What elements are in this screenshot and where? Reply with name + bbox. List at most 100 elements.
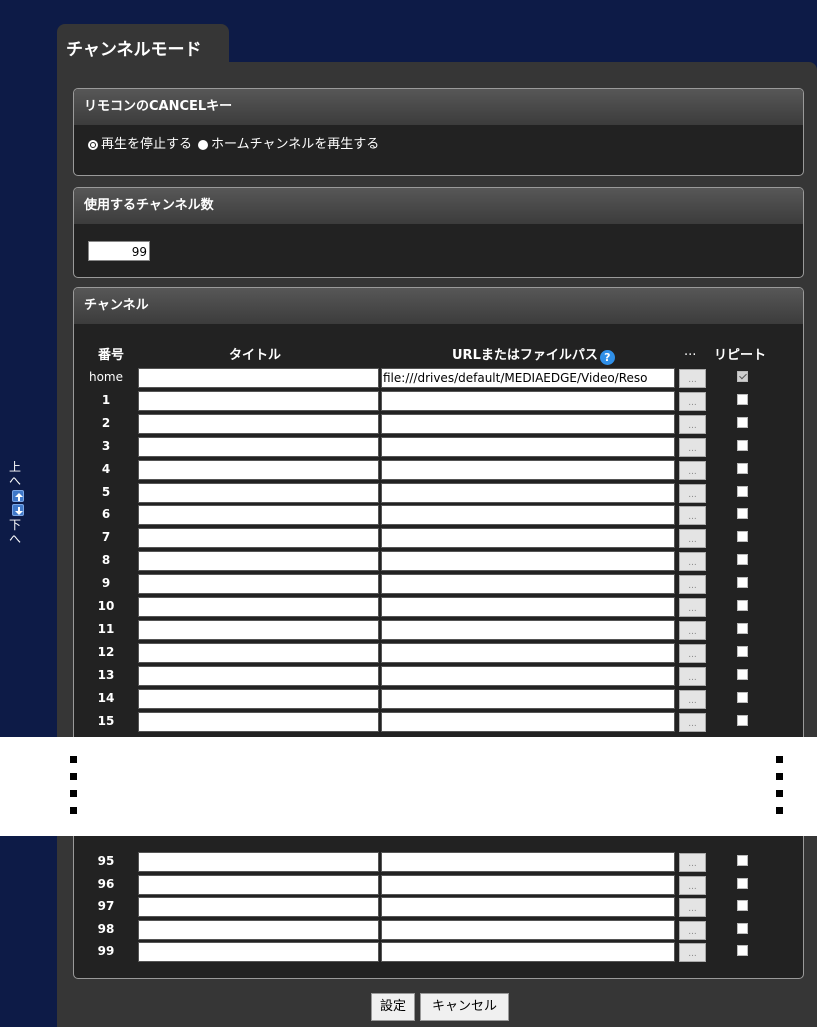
channel-title-input[interactable] bbox=[138, 688, 379, 709]
column-header-browse: ... bbox=[684, 344, 697, 359]
scroll-down-button[interactable] bbox=[12, 504, 24, 516]
repeat-checkbox[interactable] bbox=[737, 439, 748, 451]
channel-url-input[interactable] bbox=[381, 436, 675, 457]
channel-title-input[interactable] bbox=[138, 459, 379, 480]
channel-url-input[interactable] bbox=[381, 642, 675, 663]
browse-button[interactable]: ... bbox=[679, 920, 706, 940]
channel-url-input[interactable] bbox=[381, 528, 675, 549]
radio-play-home-channel-label[interactable]: ホームチャンネルを再生する bbox=[211, 137, 379, 153]
channel-url-input[interactable] bbox=[381, 574, 675, 595]
channel-title-input[interactable] bbox=[138, 368, 379, 388]
channel-title-input[interactable] bbox=[138, 642, 379, 663]
channel-url-input[interactable] bbox=[381, 874, 675, 895]
channel-title-input[interactable] bbox=[138, 505, 379, 526]
repeat-checkbox[interactable] bbox=[737, 714, 748, 726]
repeat-checkbox[interactable] bbox=[737, 371, 748, 382]
repeat-checkbox[interactable] bbox=[737, 922, 748, 934]
repeat-checkbox[interactable] bbox=[737, 554, 748, 566]
channel-url-input[interactable] bbox=[381, 505, 675, 526]
browse-button[interactable]: ... bbox=[679, 483, 706, 503]
repeat-checkbox[interactable] bbox=[737, 600, 748, 611]
repeat-checkbox[interactable] bbox=[737, 393, 748, 405]
channel-title-input[interactable] bbox=[138, 619, 379, 640]
channel-title-input[interactable] bbox=[138, 942, 379, 962]
channel-url-input[interactable] bbox=[381, 711, 675, 732]
browse-button[interactable]: ... bbox=[679, 875, 706, 895]
channel-url-input[interactable] bbox=[381, 665, 675, 686]
repeat-checkbox[interactable] bbox=[737, 622, 748, 634]
browse-button[interactable]: ... bbox=[679, 437, 706, 457]
ellipsis-marker-right bbox=[776, 756, 783, 824]
channel-url-input[interactable] bbox=[381, 897, 675, 917]
cancel-button[interactable]: キャンセル bbox=[420, 993, 509, 1021]
repeat-checkbox[interactable] bbox=[737, 877, 748, 889]
browse-button[interactable]: ... bbox=[679, 414, 706, 434]
repeat-checkbox[interactable] bbox=[737, 531, 748, 543]
browse-button[interactable]: ... bbox=[679, 689, 706, 709]
repeat-checkbox[interactable] bbox=[737, 855, 748, 866]
browse-button[interactable]: ... bbox=[679, 712, 706, 732]
scroll-up-button[interactable] bbox=[12, 490, 24, 502]
channel-title-input[interactable] bbox=[138, 390, 379, 411]
channel-url-input[interactable] bbox=[381, 919, 675, 940]
channel-url-input[interactable] bbox=[381, 390, 675, 411]
channel-title-input[interactable] bbox=[138, 897, 379, 917]
channel-title-input[interactable] bbox=[138, 482, 379, 503]
repeat-checkbox[interactable] bbox=[737, 645, 748, 657]
channel-count-input[interactable]: 99 bbox=[88, 241, 150, 261]
channel-url-input[interactable] bbox=[381, 597, 675, 617]
browse-button[interactable]: ... bbox=[679, 369, 706, 388]
browse-button[interactable]: ... bbox=[679, 620, 706, 640]
channel-url-input[interactable] bbox=[381, 942, 675, 962]
omitted-rows-band bbox=[0, 737, 817, 836]
browse-button[interactable]: ... bbox=[679, 666, 706, 686]
browse-button[interactable]: ... bbox=[679, 853, 706, 872]
browse-button[interactable]: ... bbox=[679, 460, 706, 480]
radio-stop-playback[interactable] bbox=[88, 140, 98, 150]
channel-url-input[interactable] bbox=[381, 852, 675, 872]
repeat-checkbox[interactable] bbox=[737, 416, 748, 428]
channel-row: 7... bbox=[74, 527, 803, 550]
channel-url-input[interactable] bbox=[381, 619, 675, 640]
channel-title-input[interactable] bbox=[138, 874, 379, 895]
channel-url-input[interactable] bbox=[381, 413, 675, 434]
save-button[interactable]: 設定 bbox=[371, 993, 415, 1021]
browse-button[interactable]: ... bbox=[679, 643, 706, 663]
channel-title-input[interactable] bbox=[138, 574, 379, 595]
repeat-checkbox[interactable] bbox=[737, 900, 748, 911]
repeat-checkbox[interactable] bbox=[737, 462, 748, 474]
radio-play-home-channel[interactable] bbox=[198, 140, 209, 150]
channel-title-input[interactable] bbox=[138, 711, 379, 732]
help-icon[interactable]: ? bbox=[599, 350, 615, 365]
browse-button[interactable]: ... bbox=[679, 943, 706, 962]
channel-title-input[interactable] bbox=[138, 919, 379, 940]
channel-url-input[interactable]: file:///drives/default/MEDIAEDGE/Video/R… bbox=[381, 368, 675, 388]
channel-title-input[interactable] bbox=[138, 597, 379, 617]
channel-url-input[interactable] bbox=[381, 551, 675, 572]
browse-button[interactable]: ... bbox=[679, 598, 706, 617]
channel-title-input[interactable] bbox=[138, 551, 379, 572]
browse-button[interactable]: ... bbox=[679, 552, 706, 572]
channel-title-input[interactable] bbox=[138, 528, 379, 549]
tab-channel-mode[interactable]: チャンネルモード bbox=[57, 24, 229, 74]
cancel-key-section: リモコンのCANCELキー 再生を停止する ホームチャンネルを再生する bbox=[73, 88, 804, 176]
channel-title-input[interactable] bbox=[138, 852, 379, 872]
repeat-checkbox[interactable] bbox=[737, 577, 748, 589]
browse-button[interactable]: ... bbox=[679, 391, 706, 411]
repeat-checkbox[interactable] bbox=[737, 668, 748, 680]
channel-url-input[interactable] bbox=[381, 688, 675, 709]
browse-button[interactable]: ... bbox=[679, 575, 706, 595]
browse-button[interactable]: ... bbox=[679, 898, 706, 917]
browse-button[interactable]: ... bbox=[679, 529, 706, 549]
channel-title-input[interactable] bbox=[138, 413, 379, 434]
repeat-checkbox[interactable] bbox=[737, 945, 748, 956]
radio-stop-playback-label[interactable]: 再生を停止する bbox=[101, 137, 192, 153]
channel-title-input[interactable] bbox=[138, 436, 379, 457]
repeat-checkbox[interactable] bbox=[737, 485, 748, 497]
channel-url-input[interactable] bbox=[381, 482, 675, 503]
channel-title-input[interactable] bbox=[138, 665, 379, 686]
channel-url-input[interactable] bbox=[381, 459, 675, 480]
browse-button[interactable]: ... bbox=[679, 506, 706, 526]
repeat-checkbox[interactable] bbox=[737, 508, 748, 520]
repeat-checkbox[interactable] bbox=[737, 691, 748, 703]
